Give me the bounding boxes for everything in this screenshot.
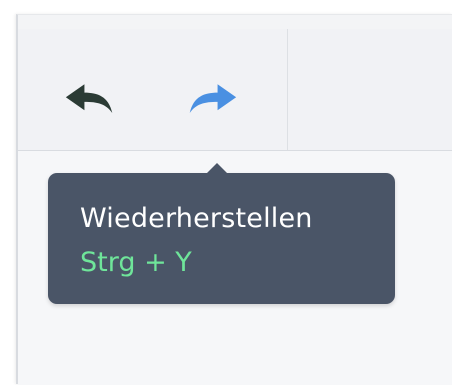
toolbar-divider	[287, 29, 288, 150]
undo-arrow-icon	[65, 84, 113, 113]
redo-arrow-icon	[189, 84, 237, 113]
tooltip-arrow	[206, 163, 228, 174]
window-top-band	[18, 15, 452, 29]
redo-button[interactable]	[186, 76, 238, 124]
tooltip-shortcut: Strg + Y	[80, 247, 192, 278]
editor-window: Wiederherstellen Strg + Y	[16, 14, 452, 385]
tooltip-title: Wiederherstellen	[80, 203, 313, 234]
toolbar	[18, 29, 452, 151]
undo-button[interactable]	[64, 76, 116, 124]
redo-tooltip: Wiederherstellen Strg + Y	[48, 163, 395, 304]
